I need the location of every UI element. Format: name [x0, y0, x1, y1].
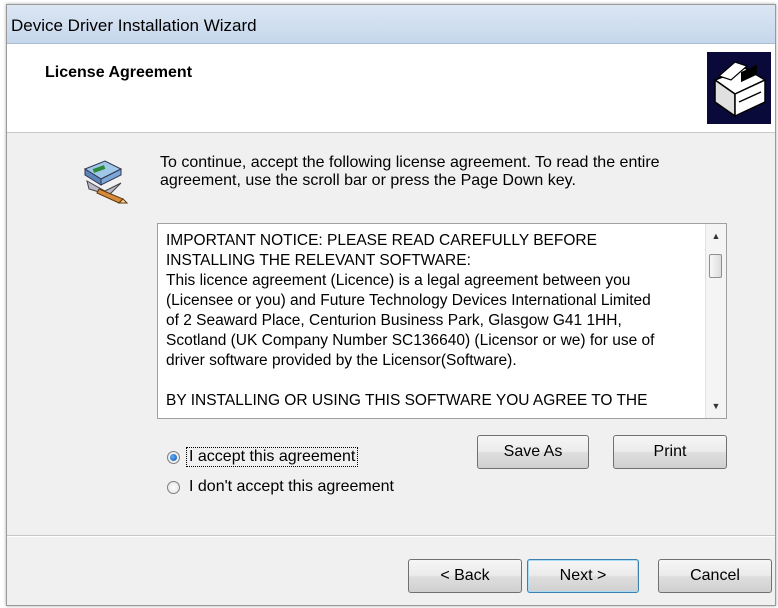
license-line: This licence agreement (Licence) is a le… — [166, 272, 631, 289]
driver-install-logo-icon — [707, 52, 771, 124]
save-as-button[interactable]: Save As — [477, 435, 589, 469]
wizard-header: License Agreement — [7, 44, 775, 133]
back-button[interactable]: < Back — [408, 559, 522, 593]
intro-text: To continue, accept the following licens… — [160, 154, 720, 190]
license-text: IMPORTANT NOTICE: PLEASE READ CAREFULLY … — [166, 231, 686, 411]
accept-radio-button[interactable] — [167, 450, 180, 464]
page-title: License Agreement — [45, 64, 193, 81]
title-bar[interactable]: Device Driver Installation Wizard — [7, 5, 775, 44]
scroll-down-arrow-icon[interactable]: ▼ — [706, 396, 726, 416]
decline-radio-label[interactable]: I don't accept this agreement — [187, 478, 396, 496]
license-line: (Licensee or you) and Future Technology … — [166, 292, 651, 309]
license-line: INSTALLING THE RELEVANT SOFTWARE: — [166, 252, 471, 269]
license-scrollbar[interactable]: ▲ ▼ — [705, 224, 726, 418]
license-line: IMPORTANT NOTICE: PLEASE READ CAREFULLY … — [166, 232, 597, 249]
next-button[interactable]: Next > — [527, 559, 639, 593]
license-text-box[interactable]: IMPORTANT NOTICE: PLEASE READ CAREFULLY … — [157, 223, 727, 419]
scroll-up-arrow-icon[interactable]: ▲ — [706, 226, 726, 246]
license-line: driver software provided by the Licensor… — [166, 352, 517, 369]
intro-line-1: To continue, accept the following licens… — [160, 154, 660, 171]
print-button[interactable]: Print — [613, 435, 727, 469]
cancel-button[interactable]: Cancel — [658, 559, 772, 593]
license-line: Scotland (UK Company Number SC136640) (L… — [166, 332, 655, 349]
accept-radio-label[interactable]: I accept this agreement — [185, 447, 359, 467]
license-line: BY INSTALLING OR USING THIS SOFTWARE YOU… — [166, 392, 648, 409]
scroll-thumb[interactable] — [709, 254, 722, 278]
decline-radio-option[interactable]: I don't accept this agreement — [167, 476, 396, 498]
wizard-window: Device Driver Installation Wizard Licens… — [6, 4, 776, 606]
footer-separator — [7, 535, 775, 537]
license-line: of 2 Seaward Place, Centurion Business P… — [166, 312, 622, 329]
decline-radio-button[interactable] — [167, 480, 180, 494]
accept-radio-option[interactable]: I accept this agreement — [167, 446, 359, 468]
intro-line-2: agreement, use the scroll bar or press t… — [160, 172, 576, 189]
window-title: Device Driver Installation Wizard — [11, 16, 257, 35]
license-agreement-icon — [79, 155, 129, 207]
